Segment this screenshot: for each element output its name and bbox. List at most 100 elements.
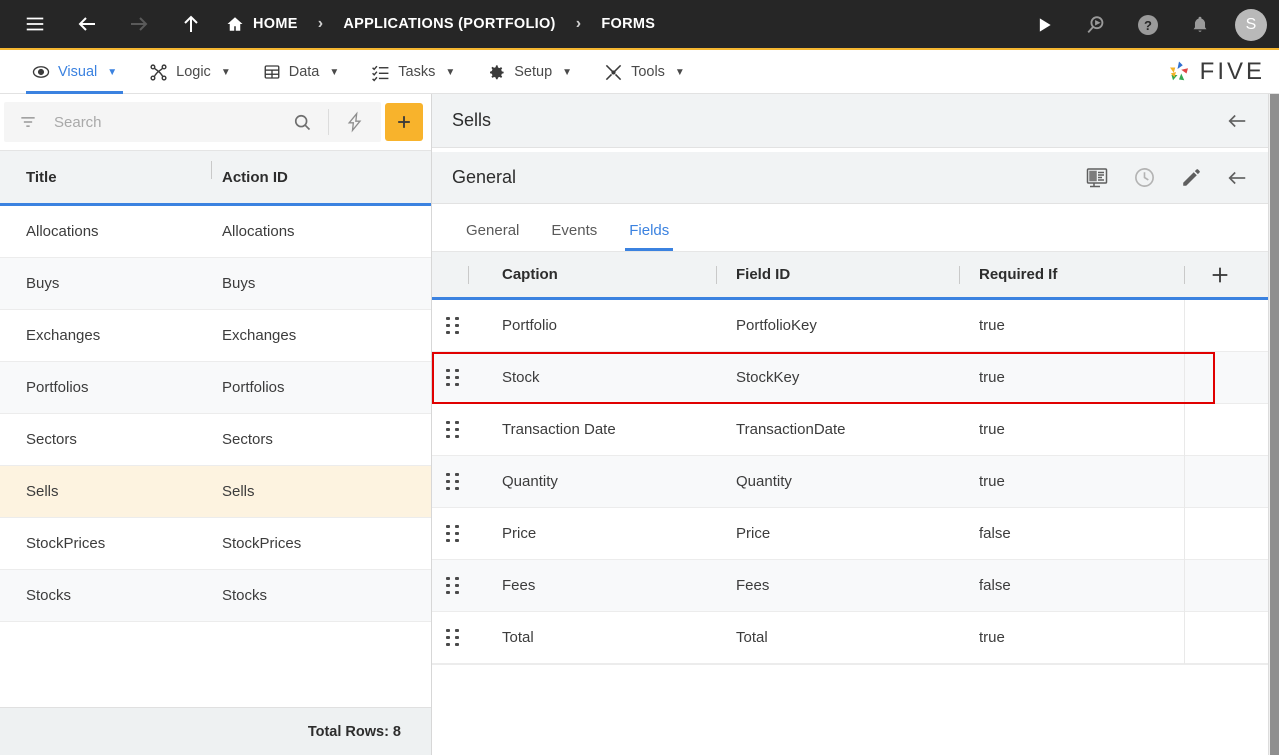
fields-table-header: Caption Field ID Required If	[432, 252, 1268, 300]
menu-item-tasks[interactable]: Tasks ▼	[355, 50, 471, 94]
task-list-icon	[371, 63, 390, 82]
drag-handle-icon[interactable]	[432, 472, 468, 491]
detail-title-bar: Sells	[432, 94, 1268, 148]
scrollbar-thumb[interactable]	[1270, 94, 1279, 755]
eye-icon	[32, 63, 50, 81]
drag-handle-icon[interactable]	[432, 628, 468, 647]
cell-row-actions[interactable]	[1184, 299, 1268, 352]
add-field-button[interactable]	[1184, 264, 1268, 286]
column-header-required-if[interactable]: Required If	[959, 266, 1184, 283]
cell-title: Portfolios	[26, 379, 89, 396]
cell-row-actions[interactable]	[1184, 351, 1268, 404]
menu-label-tools: Tools	[631, 64, 665, 80]
table-row[interactable]: StockPrices StockPrices	[0, 518, 431, 570]
history-clock-icon[interactable]	[1133, 166, 1156, 189]
cell-caption: Price	[502, 525, 537, 542]
search-icon[interactable]	[282, 112, 322, 132]
menu-item-data[interactable]: Data ▼	[247, 50, 356, 94]
field-row[interactable]: Transaction Date TransactionDate true	[432, 403, 1268, 456]
field-row[interactable]: Total Total true	[432, 611, 1268, 664]
menu-item-setup[interactable]: Setup ▼	[471, 50, 588, 94]
cell-title: Allocations	[26, 223, 99, 240]
table-row[interactable]: Buys Buys	[0, 258, 431, 310]
cell-row-actions[interactable]	[1184, 403, 1268, 456]
cell-title: Sells	[26, 483, 59, 500]
table-row[interactable]: Exchanges Exchanges	[0, 310, 431, 362]
lightning-bolt-icon[interactable]	[335, 111, 375, 133]
menu-label-data: Data	[288, 64, 320, 80]
breadcrumb-item-forms[interactable]: FORMS	[601, 16, 655, 32]
search-input[interactable]	[54, 113, 282, 131]
drag-handle-icon[interactable]	[432, 368, 468, 387]
add-form-button[interactable]	[385, 103, 423, 141]
cell-row-actions[interactable]	[1184, 559, 1268, 612]
section-back-icon[interactable]	[1226, 167, 1248, 189]
column-header-action-id[interactable]: Action ID	[212, 169, 431, 186]
cell-title: Exchanges	[26, 327, 101, 344]
general-section-bar: General	[432, 152, 1268, 204]
breadcrumb-item-applications[interactable]: APPLICATIONS (PORTFOLIO)	[343, 16, 555, 32]
search-box[interactable]	[4, 102, 381, 142]
breadcrumb: HOME › APPLICATIONS (PORTFOLIO) › FORMS	[226, 15, 655, 33]
cell-caption: Total	[502, 629, 534, 646]
fields-table-body: Portfolio PortfolioKey true Stock StockK…	[432, 299, 1268, 664]
cell-field-id: Quantity	[736, 473, 792, 490]
drag-handle-icon[interactable]	[432, 576, 468, 595]
cell-caption: Transaction Date	[502, 421, 616, 438]
main-content-area: Title Action ID Allocations Allocations …	[0, 94, 1279, 755]
menu-item-tools[interactable]: Tools ▼	[588, 50, 701, 94]
tab-fields[interactable]: Fields	[613, 222, 685, 251]
forms-table-body: Allocations Allocations Buys Buys Exchan…	[0, 206, 431, 707]
back-arrow-icon[interactable]	[70, 7, 104, 41]
help-icon[interactable]: ?	[1131, 8, 1165, 42]
cell-row-actions[interactable]	[1184, 455, 1268, 508]
section-actions	[1085, 166, 1248, 190]
drag-handle-icon[interactable]	[432, 524, 468, 543]
column-header-field-id[interactable]: Field ID	[716, 266, 959, 283]
table-row[interactable]: Sectors Sectors	[0, 414, 431, 466]
notifications-bell-icon[interactable]	[1183, 8, 1217, 42]
vertical-scrollbar[interactable]	[1268, 94, 1279, 755]
tab-general[interactable]: General	[450, 222, 535, 251]
topbar-actions: ? S	[1027, 0, 1267, 50]
field-row[interactable]: Fees Fees false	[432, 559, 1268, 612]
menu-label-setup: Setup	[514, 64, 553, 80]
field-row-highlighted[interactable]: Stock StockKey true	[432, 351, 1268, 404]
total-rows-label: Total Rows: 8	[307, 723, 401, 740]
column-header-title[interactable]: Title	[0, 160, 212, 186]
cell-action-id: StockPrices	[222, 535, 302, 552]
form-detail-inner: Sells General General Events Fields Capt…	[432, 94, 1268, 755]
home-icon	[226, 15, 244, 33]
breadcrumb-item-home[interactable]: HOME	[226, 15, 298, 33]
table-row-selected[interactable]: Sells Sells	[0, 466, 431, 518]
table-row[interactable]: Stocks Stocks	[0, 570, 431, 622]
run-play-icon[interactable]	[1027, 8, 1061, 42]
user-avatar[interactable]: S	[1235, 9, 1267, 41]
menu-item-visual[interactable]: Visual ▼	[16, 50, 133, 94]
edit-pencil-icon[interactable]	[1180, 167, 1202, 189]
close-detail-back-icon[interactable]	[1226, 110, 1248, 132]
table-row[interactable]: Allocations Allocations	[0, 206, 431, 258]
cell-action-id: Exchanges	[222, 327, 297, 344]
field-row[interactable]: Portfolio PortfolioKey true	[432, 299, 1268, 352]
cell-row-actions[interactable]	[1184, 611, 1268, 664]
up-arrow-icon[interactable]	[174, 7, 208, 41]
menu-label-logic: Logic	[176, 64, 211, 80]
chevron-down-icon-logic: ▼	[220, 66, 231, 78]
menu-item-logic[interactable]: Logic ▼	[133, 50, 247, 94]
field-row[interactable]: Quantity Quantity true	[432, 455, 1268, 508]
filter-icon[interactable]	[18, 112, 38, 132]
column-header-caption[interactable]: Caption	[468, 266, 716, 283]
form-designer-icon[interactable]	[1085, 166, 1109, 190]
chevron-down-icon-setup: ▼	[562, 66, 573, 78]
search-run-icon[interactable]	[1079, 8, 1113, 42]
drag-handle-icon[interactable]	[432, 420, 468, 439]
table-row[interactable]: Portfolios Portfolios	[0, 362, 431, 414]
tab-events[interactable]: Events	[535, 222, 613, 251]
hamburger-menu-icon[interactable]	[18, 7, 52, 41]
cell-required-if: true	[979, 473, 1005, 490]
cell-row-actions[interactable]	[1184, 507, 1268, 560]
five-brand-logo: FIVE	[1164, 50, 1265, 94]
drag-handle-icon[interactable]	[432, 316, 468, 335]
field-row[interactable]: Price Price false	[432, 507, 1268, 560]
